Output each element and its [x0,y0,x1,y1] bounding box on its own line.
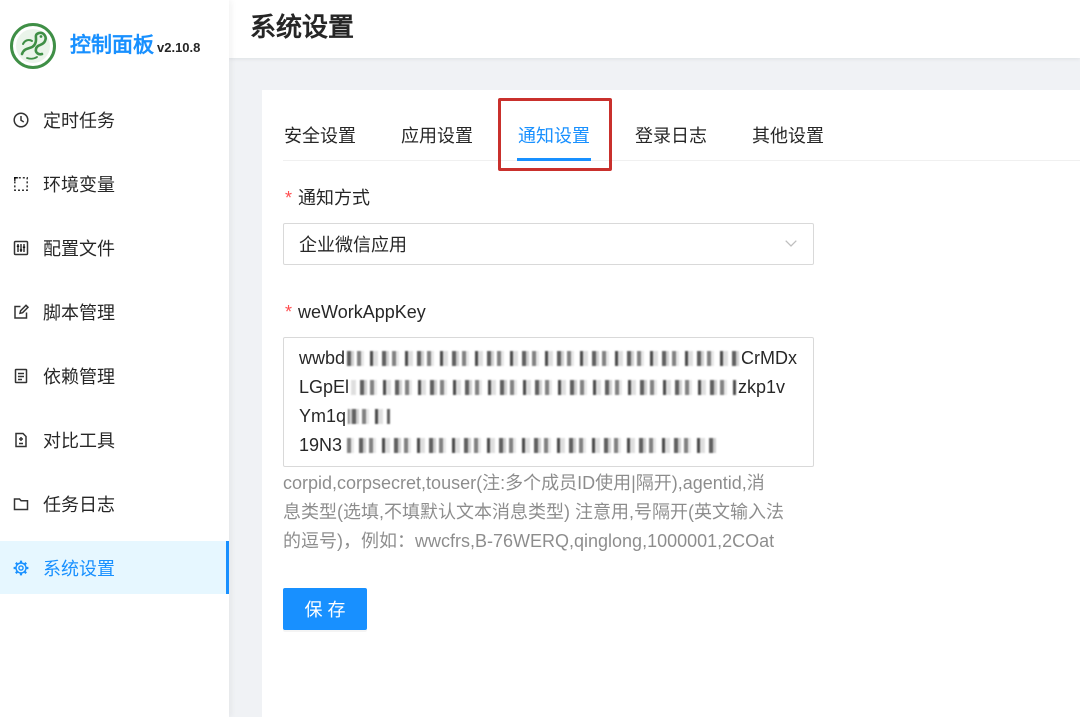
save-button[interactable]: 保 存 [283,588,367,630]
tab-label: 通知设置 [518,126,590,146]
visible-key-text: Ym1q [299,406,347,426]
sidebar-menu: 定时任务 环境变量 配置文件 脚本管理 依赖管理 对比工具 任务日志 系统设置 [0,93,229,605]
tab-security-settings[interactable]: 安全设置 [283,90,357,160]
visible-key-text: zkp1v [738,377,786,397]
tab-label: 其他设置 [752,126,824,146]
tab-label: 应用设置 [401,126,473,146]
tab-login-logs[interactable]: 登录日志 [634,90,708,160]
redacted-text-blur [347,351,740,366]
sidebar-item-label: 环境变量 [43,174,115,195]
control-panel-icon [12,239,30,257]
sidebar-item-label: 依赖管理 [43,366,115,387]
dragon-logo-icon [10,23,56,69]
redacted-text-blur [351,380,737,395]
textarea-line: 19N3 [299,431,798,460]
notify-type-select[interactable]: 企业微信应用 [283,223,814,265]
textarea-line: wwbd CrMDx [299,344,798,373]
file-text-icon [12,367,30,385]
required-mark: * [285,302,293,322]
weworkappkey-help-text: corpid,corpsecret,touser(注:多个成员ID使用|隔开),… [283,469,784,556]
notify-type-selected-value: 企业微信应用 [299,235,407,255]
sidebar-item-config-files[interactable]: 配置文件 [0,221,229,274]
tab-notification-settings[interactable]: 通知设置 [517,90,591,161]
visible-key-text: 19N3 [299,435,343,455]
weworkappkey-label-text: weWorkAppKey [298,302,426,322]
sidebar-item-dependency-management[interactable]: 依赖管理 [0,349,229,402]
visible-key-text: LGpEl [299,377,350,397]
redacted-text-blur [344,438,717,453]
weworkappkey-textarea[interactable]: wwbd CrMDx LGpEl zkp1v Ym1q 19N3 [283,337,814,467]
tab-app-settings[interactable]: 应用设置 [400,90,474,160]
app-name: 控制面板 [70,34,154,57]
notify-type-label-text: 通知方式 [298,188,371,208]
visible-key-text: CrMDx [741,348,798,368]
help-line: 息类型(选填,不填默认文本消息类型) 注意用,号隔开(英文输入法 [283,502,784,522]
sidebar: 控制面板 v2.10.8 定时任务 环境变量 配置文件 脚本管理 依赖管理 对比… [0,0,229,717]
sidebar-item-label: 对比工具 [43,430,115,451]
edit-icon [12,303,30,321]
diff-icon [12,431,30,449]
notify-type-label: * 通知方式 [283,185,370,211]
visible-key-text: wwbd [299,348,346,368]
sidebar-item-label: 脚本管理 [43,302,115,323]
chevron-down-icon [785,240,797,247]
textarea-line: Ym1q [299,402,798,431]
sidebar-item-system-settings[interactable]: 系统设置 [0,541,229,594]
help-line: 的逗号)，例如：wwcfrs,B-76WERQ,qinglong,1000001… [283,531,775,551]
textarea-line: LGpEl zkp1v [299,373,798,402]
folder-icon [12,495,30,513]
sidebar-item-label: 系统设置 [43,558,115,579]
sidebar-item-diff-tool[interactable]: 对比工具 [0,413,229,466]
tab-other-settings[interactable]: 其他设置 [751,90,825,160]
sidebar-item-env-variables[interactable]: 环境变量 [0,157,229,210]
app-brand[interactable]: 控制面板 v2.10.8 [0,0,229,80]
dashed-box-icon [12,175,30,193]
required-mark: * [285,188,293,208]
gear-icon [12,559,30,577]
app-version: v2.10.8 [157,40,201,55]
tab-label: 登录日志 [635,126,707,146]
help-line: corpid,corpsecret,touser(注:多个成员ID使用|隔开),… [283,473,765,493]
tab-label: 安全设置 [284,126,356,146]
page-title: 系统设置 [250,12,355,42]
active-tab-indicator [517,158,591,161]
sidebar-item-cron-tasks[interactable]: 定时任务 [0,93,229,146]
sidebar-item-label: 任务日志 [43,494,115,515]
sidebar-item-script-management[interactable]: 脚本管理 [0,285,229,338]
sidebar-item-label: 定时任务 [43,110,115,131]
app-title: 控制面板 v2.10.8 [70,33,200,59]
weworkappkey-label: * weWorkAppKey [283,299,426,325]
settings-tabs: 安全设置 应用设置 通知设置 登录日志 其他设置 [283,90,1080,161]
sidebar-item-label: 配置文件 [43,238,115,259]
sidebar-item-task-logs[interactable]: 任务日志 [0,477,229,530]
clock-icon [12,111,30,129]
page-header: 系统设置 [229,0,1080,58]
redacted-text-blur [348,409,391,424]
settings-card: 安全设置 应用设置 通知设置 登录日志 其他设置 * 通知方式 企业微信应用 *… [262,90,1080,717]
